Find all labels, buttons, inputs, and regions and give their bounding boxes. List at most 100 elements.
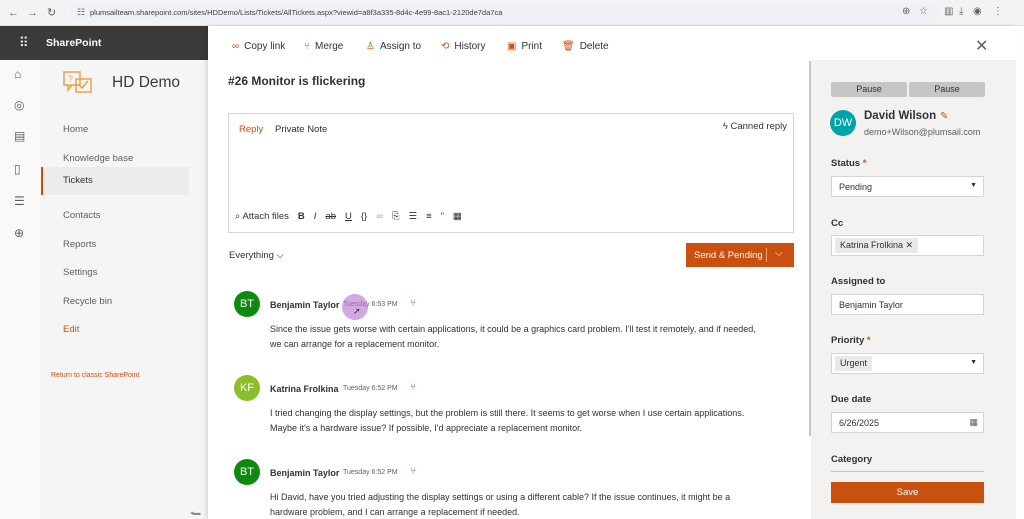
tab-private-note[interactable]: Private Note xyxy=(275,124,327,135)
ticket-title: #26 Monitor is flickering xyxy=(228,74,366,88)
table-icon[interactable]: ▦ xyxy=(453,211,462,222)
attach-files-button[interactable]: ⌕ Attach files xyxy=(235,211,289,222)
copy-link-button[interactable]: ∞ Copy link xyxy=(232,41,285,52)
required-mark: * xyxy=(862,158,867,169)
status-select[interactable]: Pending ▼ xyxy=(831,176,984,197)
merge-icon[interactable]: ⑂ xyxy=(410,466,416,477)
zoom-icon[interactable]: ⊕ xyxy=(902,6,910,18)
save-button[interactable]: Save xyxy=(831,482,984,503)
insert-file-icon[interactable]: ⎘ xyxy=(392,211,400,222)
category-divider xyxy=(831,471,984,472)
bookmark-star-icon[interactable]: ☆ xyxy=(919,6,928,18)
numbered-list-icon[interactable]: ≡ xyxy=(426,211,432,222)
lists-icon[interactable]: ☰ xyxy=(14,195,25,207)
back-icon[interactable]: ← xyxy=(8,6,19,20)
nav-item-reports[interactable]: Reports xyxy=(41,231,189,259)
required-mark: * xyxy=(866,335,871,346)
print-button[interactable]: ▣ Print xyxy=(507,41,542,52)
nav-item-recycle-bin[interactable]: Recycle bin xyxy=(41,288,189,316)
assigned-to-field[interactable]: Benjamin Taylor xyxy=(831,294,984,315)
history-label: History xyxy=(454,41,486,52)
avatar: DW xyxy=(830,110,856,136)
format-toolbar: ⌕ Attach files B I ab U {} ∞ ⎘ ☰ ≡ ” ▦ xyxy=(235,211,462,222)
person-icon: ♙ xyxy=(366,41,375,52)
send-pending-button[interactable]: Send & Pending ⌵ xyxy=(686,243,794,267)
news-icon[interactable]: ▤ xyxy=(14,130,25,142)
profile-icon[interactable]: ◉ xyxy=(973,6,982,18)
avatar: BT xyxy=(234,459,260,485)
nav-item-home[interactable]: Home xyxy=(41,116,189,144)
reload-icon[interactable]: ↻ xyxy=(47,6,56,20)
bullet-list-icon[interactable]: ☰ xyxy=(409,211,418,222)
merge-button[interactable]: ⑂ Merge xyxy=(304,41,343,52)
avatar: BT xyxy=(234,291,260,317)
site-title[interactable]: HD Demo xyxy=(112,74,180,92)
send-label: Send & Pending xyxy=(694,250,763,261)
close-icon[interactable]: ✕ xyxy=(975,36,988,56)
nav-item-settings[interactable]: Settings xyxy=(41,259,189,287)
dropdown-arrow-icon: ▼ xyxy=(970,182,977,189)
requester-name[interactable]: David Wilson xyxy=(864,110,936,122)
menu-icon[interactable]: ⋮ xyxy=(993,6,1003,18)
forward-icon[interactable]: → xyxy=(27,6,38,20)
merge-icon[interactable]: ⑂ xyxy=(410,382,416,393)
svg-text:?: ? xyxy=(68,74,73,84)
message-body: Hi David, have you tried adjusting the d… xyxy=(270,492,731,517)
home-icon[interactable]: ⌂ xyxy=(14,68,21,80)
app-launcher-icon[interactable]: ⠿ xyxy=(19,36,29,49)
download-icon[interactable]: ⤓ xyxy=(959,6,963,18)
pause-button-right[interactable]: Pause xyxy=(909,82,985,97)
sidebar-icon[interactable]: ▥ xyxy=(944,6,953,18)
trash-icon: 🗑 xyxy=(562,41,575,52)
due-date-field[interactable]: 6/26/2025 ▦ xyxy=(831,412,984,433)
nav-item-tickets[interactable]: Tickets xyxy=(41,167,189,195)
requester-email: demo+Wilson@plumsail.com xyxy=(864,127,981,137)
reply-editor[interactable]: Reply Private Note ϟ Canned reply ⌕ Atta… xyxy=(228,113,794,233)
priority-select[interactable]: Urgent ▼ xyxy=(831,353,984,374)
canned-reply-button[interactable]: ϟ Canned reply xyxy=(723,121,787,132)
message-author: Benjamin Taylor xyxy=(270,468,340,478)
return-to-classic-link[interactable]: Return to classic SharePoint xyxy=(51,372,139,379)
priority-value: Urgent xyxy=(835,356,873,371)
pause-button-left[interactable]: Pause xyxy=(831,82,907,97)
due-date-value: 6/26/2025 xyxy=(839,418,880,428)
app-rail: ⌂ ◎ ▤ ▯ ☰ ⊕ xyxy=(0,60,41,519)
message-author: Benjamin Taylor xyxy=(270,300,340,310)
italic-icon[interactable]: I xyxy=(314,211,317,222)
nav-edit-link[interactable]: Edit xyxy=(41,316,189,344)
dropdown-arrow-icon: ▼ xyxy=(970,359,977,366)
suite-bar: ⠿ SharePoint xyxy=(0,26,208,60)
merge-label: Merge xyxy=(315,41,344,52)
mouse-pointer-icon: ➚ xyxy=(353,306,361,316)
site-info-icon[interactable]: ☷ xyxy=(77,7,85,18)
calendar-icon[interactable]: ▦ xyxy=(969,417,978,428)
app-name[interactable]: SharePoint xyxy=(46,37,101,49)
quote-icon[interactable]: ” xyxy=(441,211,444,222)
strikethrough-icon[interactable]: ab xyxy=(325,211,336,222)
link-insert-icon[interactable]: ∞ xyxy=(376,211,383,222)
nav-item-contacts[interactable]: Contacts xyxy=(41,202,189,230)
message-body: Since the issue gets worse with certain … xyxy=(270,324,756,349)
status-value: Pending xyxy=(839,182,873,192)
horizontal-scroll-icon[interactable]: ◂▬ xyxy=(190,509,214,519)
underline-icon[interactable]: U xyxy=(345,211,352,222)
message-time: Tuesday 6:52 PM xyxy=(343,385,398,392)
tab-reply[interactable]: Reply xyxy=(239,124,263,135)
bold-icon[interactable]: B xyxy=(298,211,305,222)
create-icon[interactable]: ⊕ xyxy=(14,227,24,239)
cc-field[interactable]: Katrina Frolkina ✕ xyxy=(831,235,984,256)
globe-icon[interactable]: ◎ xyxy=(14,99,24,111)
code-icon[interactable]: {} xyxy=(361,211,367,222)
activity-filter-dropdown[interactable]: Everything ⌵ xyxy=(229,250,284,261)
files-icon[interactable]: ▯ xyxy=(14,163,21,175)
delete-button[interactable]: 🗑 Delete xyxy=(562,41,609,52)
address-bar[interactable]: ☷ plumsailteam.sharepoint.com/sites/HDDe… xyxy=(70,4,940,22)
pencil-icon[interactable]: ✎ xyxy=(940,111,948,122)
assign-to-button[interactable]: ♙ Assign to xyxy=(366,41,421,52)
history-button[interactable]: ⟲ History xyxy=(441,41,486,52)
send-options-chevron-icon[interactable]: ⌵ xyxy=(775,248,783,259)
history-icon: ⟲ xyxy=(441,41,450,52)
merge-icon[interactable]: ⑂ xyxy=(410,298,416,309)
ticket-properties: Pause Pause DW David Wilson ✎ demo+Wilso… xyxy=(811,60,1016,519)
remove-tag-icon[interactable]: ✕ xyxy=(906,240,914,250)
